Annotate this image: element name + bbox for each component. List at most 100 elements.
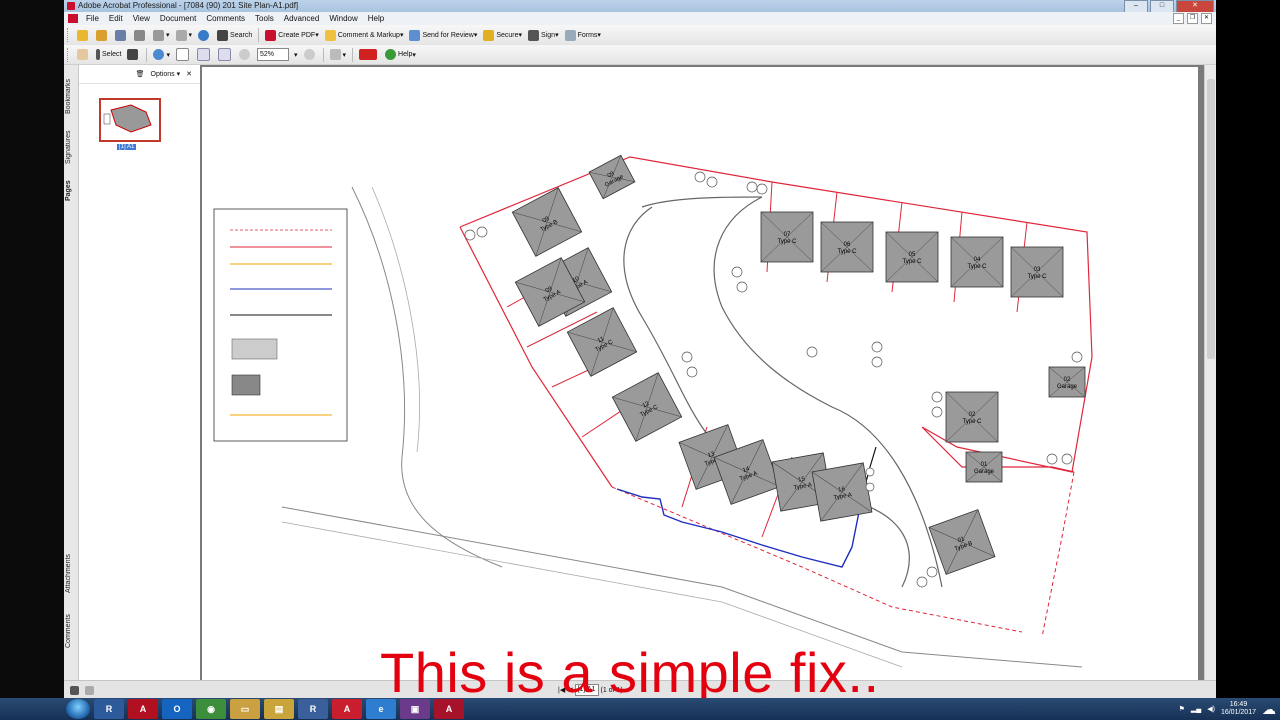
organizer-button[interactable] bbox=[93, 27, 112, 43]
navigation-tabs: Bookmarks Signatures Pages Attachments C… bbox=[64, 65, 79, 680]
fit-page-button[interactable] bbox=[194, 47, 215, 63]
menu-file[interactable]: File bbox=[81, 14, 104, 23]
taskbar-app-acrobat[interactable]: A bbox=[128, 699, 158, 719]
secure-button[interactable]: Secure ▾ bbox=[480, 27, 525, 43]
sign-label: Sign bbox=[541, 31, 556, 39]
search-label: Search bbox=[230, 31, 253, 39]
print-button[interactable] bbox=[131, 27, 150, 43]
house-number: 01 bbox=[981, 462, 988, 468]
start-button[interactable] bbox=[66, 699, 90, 719]
house-plot: 12Type C bbox=[611, 372, 683, 442]
menu-window[interactable]: Window bbox=[324, 14, 362, 23]
search-button[interactable]: Search bbox=[214, 27, 255, 43]
menu-help[interactable]: Help bbox=[363, 14, 389, 23]
email-button[interactable]: ▾ bbox=[150, 27, 173, 43]
menu-document[interactable]: Document bbox=[155, 14, 201, 23]
document-scrollbar[interactable] bbox=[1204, 65, 1216, 680]
house-plot: 04Type C bbox=[950, 236, 1004, 288]
taskbar-app-chrome[interactable]: ◉ bbox=[196, 699, 226, 719]
trash-icon[interactable]: 🗑 bbox=[136, 70, 145, 78]
taskbar-app-save[interactable]: ▣ bbox=[400, 699, 430, 719]
forms-button[interactable]: Forms ▾ bbox=[562, 27, 604, 43]
attach-button[interactable]: ▾ bbox=[173, 27, 196, 43]
email-icon bbox=[153, 29, 164, 41]
taskbar-app-folder[interactable]: ▭ bbox=[230, 699, 260, 719]
volume-icon[interactable]: ◀) bbox=[1207, 705, 1215, 713]
thumbnail-label: [1] A1 bbox=[117, 144, 137, 150]
save-button[interactable] bbox=[112, 27, 131, 43]
thumbnail-plan-graphic bbox=[103, 104, 152, 133]
acrobat-app-icon bbox=[67, 2, 75, 10]
taskbar-app-ie[interactable]: e bbox=[366, 699, 396, 719]
taskbar-app-r[interactable]: R bbox=[94, 699, 124, 719]
doc-minimize-button[interactable]: _ bbox=[1173, 13, 1184, 24]
zoom-level-input[interactable]: 52% bbox=[256, 48, 289, 61]
network-icon[interactable]: ▂▄ bbox=[1191, 705, 1201, 713]
menu-comments[interactable]: Comments bbox=[201, 14, 250, 23]
clock-time: 16:49 bbox=[1229, 701, 1248, 708]
clock[interactable]: 16:49 16/01/2017 bbox=[1221, 701, 1256, 717]
doc-close-button[interactable]: ✕ bbox=[1201, 13, 1212, 24]
tab-comments[interactable]: Comments bbox=[65, 610, 77, 652]
taskbar-app-revit[interactable]: R bbox=[298, 699, 328, 719]
menu-advanced[interactable]: Advanced bbox=[279, 14, 325, 23]
status-page-icon[interactable] bbox=[70, 685, 79, 695]
house-plot: 06Type C bbox=[820, 221, 874, 273]
open-button[interactable] bbox=[74, 27, 93, 43]
tab-pages[interactable]: Pages bbox=[65, 177, 77, 205]
screen-border-right bbox=[1216, 0, 1280, 698]
globe-button[interactable] bbox=[195, 27, 214, 43]
zoom-in-button[interactable] bbox=[301, 47, 320, 63]
menu-tools[interactable]: Tools bbox=[250, 14, 279, 23]
scrollbar-thumb[interactable] bbox=[1207, 79, 1215, 359]
comment-icon bbox=[324, 29, 336, 41]
folder-icon bbox=[77, 29, 88, 41]
snapshot-button[interactable] bbox=[124, 47, 143, 63]
comment-markup-button[interactable]: Comment & Markup ▾ bbox=[322, 27, 407, 43]
sign-button[interactable]: Sign ▾ bbox=[525, 27, 562, 43]
help-button[interactable]: Help ▾ bbox=[382, 47, 419, 63]
taskbar-app-outlook[interactable]: O bbox=[162, 699, 192, 719]
taskbar-app-explorer[interactable]: ▤ bbox=[264, 699, 294, 719]
cloud-icon[interactable]: ☁ bbox=[1262, 701, 1276, 718]
zoom-dropdown[interactable]: ▾ bbox=[291, 47, 301, 63]
house-number: 04 bbox=[974, 257, 981, 263]
menu-view[interactable]: View bbox=[128, 14, 155, 23]
house-number: 02 bbox=[969, 412, 976, 418]
yahoo-button[interactable] bbox=[356, 47, 382, 63]
toolbar-grip bbox=[67, 47, 71, 62]
house-plot: 01Garage bbox=[965, 451, 1003, 483]
camera-icon bbox=[127, 49, 139, 60]
house-plot: 09Garage bbox=[588, 154, 636, 200]
document-view[interactable]: 09 Type B 09 Garage 10 Type A 09 Type A 11 Type C… bbox=[200, 65, 1204, 680]
yahoo-icon bbox=[359, 49, 378, 60]
zoom-tool-button[interactable]: ▾ bbox=[150, 47, 173, 63]
status-layout-icon[interactable] bbox=[85, 685, 94, 695]
create-pdf-button[interactable]: Create PDF ▾ bbox=[262, 27, 321, 43]
zoom-out-icon bbox=[238, 49, 250, 60]
house-plot: 09Type B bbox=[511, 187, 583, 257]
rotate-button[interactable]: ▾ bbox=[327, 47, 350, 63]
send-review-button[interactable]: Send for Review ▾ bbox=[406, 27, 480, 43]
flag-icon[interactable]: ⚑ bbox=[1179, 705, 1185, 713]
house-number: 07 bbox=[784, 232, 791, 238]
house-number: 02 bbox=[1064, 377, 1071, 383]
doc-restore-button[interactable]: ❐ bbox=[1187, 13, 1198, 24]
page-thumbnail[interactable] bbox=[99, 98, 161, 142]
actual-size-button[interactable] bbox=[173, 47, 194, 63]
toolbar-separator bbox=[258, 28, 260, 42]
toolbar-separator bbox=[322, 47, 324, 62]
taskbar-app-pdf[interactable]: A bbox=[332, 699, 362, 719]
options-menu[interactable]: Options ▾ bbox=[151, 70, 181, 78]
tab-signatures[interactable]: Signatures bbox=[65, 125, 77, 170]
select-tool-button[interactable]: Select bbox=[93, 47, 124, 63]
estate-road-west-loop bbox=[641, 196, 763, 208]
tab-bookmarks[interactable]: Bookmarks bbox=[65, 75, 77, 117]
zoom-out-button[interactable] bbox=[236, 47, 255, 63]
taskbar-app-acrobat-active[interactable]: A bbox=[434, 699, 464, 719]
fit-width-button[interactable] bbox=[215, 47, 236, 63]
hand-tool-button[interactable] bbox=[74, 47, 93, 63]
tab-attachments[interactable]: Attachments bbox=[65, 549, 77, 599]
menu-edit[interactable]: Edit bbox=[104, 14, 128, 23]
close-pane-icon[interactable]: ✕ bbox=[186, 70, 192, 78]
